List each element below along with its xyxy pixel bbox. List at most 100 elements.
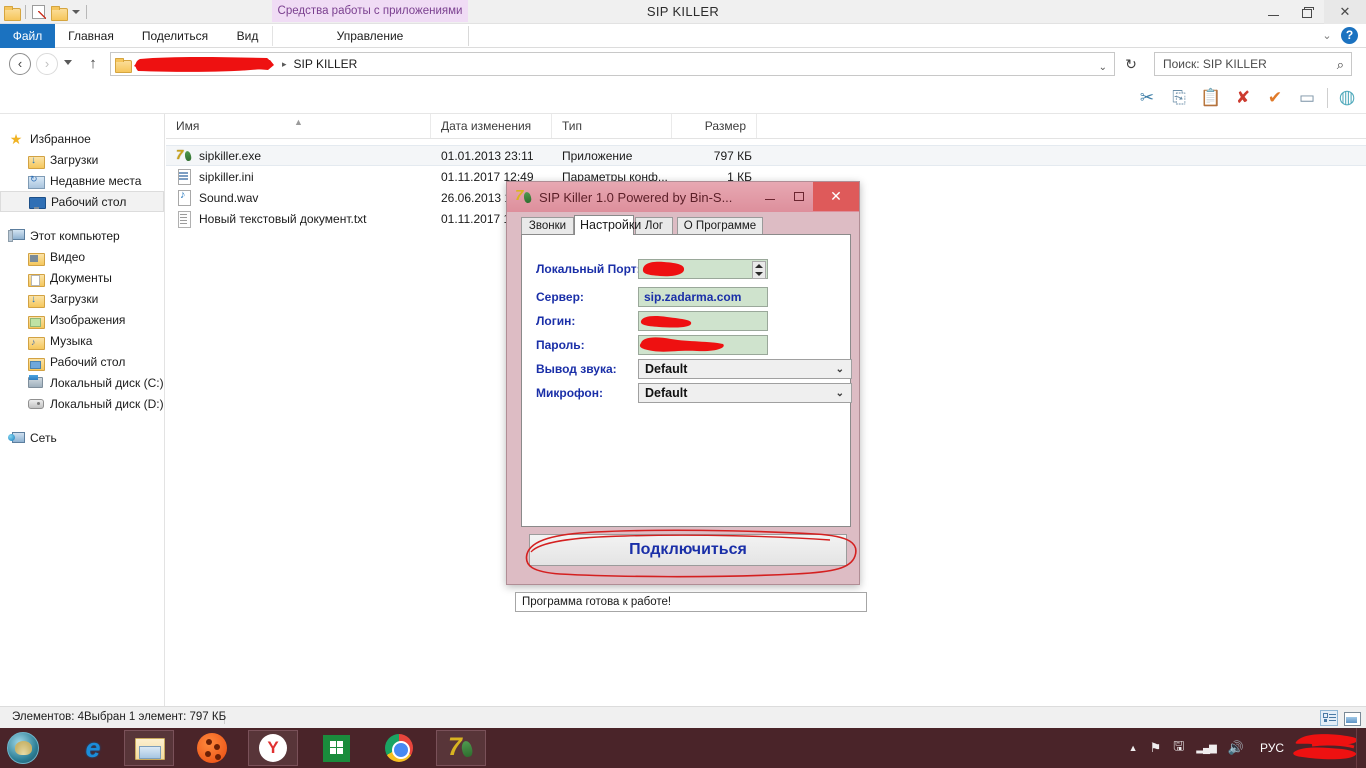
qat-customize-chevron-icon[interactable] xyxy=(72,10,80,14)
taskbar-media-player[interactable] xyxy=(187,730,237,766)
sidebar-label: Документы xyxy=(50,270,112,285)
tray-clock-redacted[interactable] xyxy=(1292,733,1362,763)
chevron-down-icon[interactable]: ⌄ xyxy=(1320,29,1334,43)
taskbar-google-chrome[interactable] xyxy=(374,730,424,766)
close-button[interactable]: ✕ xyxy=(1324,0,1366,24)
tab-file[interactable]: Файл xyxy=(0,24,55,48)
sidebar-item-videos[interactable]: Видео xyxy=(0,246,164,267)
contextual-ribbon-title: Средства работы с приложениями xyxy=(272,0,468,22)
up-button[interactable]: ↑ xyxy=(84,55,102,73)
start-button[interactable] xyxy=(4,730,42,766)
local-port-spinner[interactable] xyxy=(752,261,766,279)
file-name-cell[interactable]: sipkiller.ini xyxy=(176,168,254,185)
desktop-monitor-icon xyxy=(29,196,46,209)
tray-action-center-icon[interactable]: ⚑ xyxy=(1150,740,1162,756)
recent-locations-chevron-icon[interactable] xyxy=(64,60,72,65)
explorer-status-bar: Элементов: 4 Выбран 1 элемент: 797 КБ xyxy=(0,706,1366,728)
tray-volume-icon[interactable]: 🔊 xyxy=(1228,740,1244,756)
chevron-down-icon[interactable]: ⌄ xyxy=(836,364,844,375)
tray-language-indicator[interactable]: РУС xyxy=(1260,741,1284,755)
rename-icon[interactable]: ▭ xyxy=(1294,85,1320,111)
sidebar-item-documents[interactable]: Документы xyxy=(0,267,164,288)
large-icons-view-icon[interactable] xyxy=(1343,710,1361,726)
sidebar-item-pictures[interactable]: Изображения xyxy=(0,309,164,330)
taskbar-sip-killer[interactable] xyxy=(436,730,486,766)
tab-share[interactable]: Поделиться xyxy=(127,24,223,48)
tab-manage[interactable]: Управление xyxy=(272,24,468,48)
tray-network-icon[interactable]: ▂▄▆ xyxy=(1196,743,1216,754)
sip-dialog-titlebar[interactable]: SIP Killer 1.0 Powered by Bin-S... ✕ xyxy=(507,182,859,212)
column-header-type[interactable]: Тип xyxy=(552,114,672,138)
sidebar-group-network[interactable]: Сеть xyxy=(0,427,164,448)
sidebar-item-drive-d[interactable]: Локальный диск (D:) xyxy=(0,393,164,414)
column-header-size[interactable]: Размер xyxy=(672,114,757,138)
file-name-text: Новый текстовый документ.txt xyxy=(199,211,367,226)
table-row[interactable]: sipkiller.exe 01.01.2013 23:11 Приложени… xyxy=(166,145,1366,166)
taskbar: e ▲ ⚑ 🖫 ▂▄▆ 🔊 РУС xyxy=(0,728,1366,768)
forward-button[interactable]: › xyxy=(36,53,58,75)
taskbar-file-explorer[interactable] xyxy=(124,730,174,766)
confirm-icon[interactable]: ✔ xyxy=(1262,85,1288,111)
restore-button[interactable] xyxy=(1290,0,1324,24)
sidebar-label: Загрузки xyxy=(50,152,99,167)
microphone-select[interactable]: Default ⌄ xyxy=(638,383,852,403)
minimize-button[interactable] xyxy=(1256,0,1290,24)
taskbar-windows-store[interactable] xyxy=(311,730,361,766)
local-port-input[interactable] xyxy=(638,259,768,279)
audio-output-select[interactable]: Default ⌄ xyxy=(638,359,852,379)
details-view-icon[interactable] xyxy=(1320,710,1338,726)
connect-button[interactable]: Подключиться xyxy=(529,534,847,566)
shell-icon[interactable]: ◍ xyxy=(1334,85,1360,111)
tab-view[interactable]: Вид xyxy=(223,24,272,48)
taskbar-internet-explorer[interactable]: e xyxy=(68,730,118,766)
qat-new-folder-icon[interactable] xyxy=(51,5,68,21)
sipkiller-app-icon xyxy=(446,732,476,763)
qat-properties-icon[interactable] xyxy=(32,5,46,19)
breadcrumb-dropdown-icon[interactable]: ⌄ xyxy=(1099,62,1107,73)
sip-minimize-button[interactable] xyxy=(755,182,784,211)
server-input[interactable]: sip.zadarma.com xyxy=(638,287,768,307)
file-name-cell[interactable]: sipkiller.exe xyxy=(176,147,261,164)
sidebar-item-downloads-fav[interactable]: Загрузки xyxy=(0,149,164,170)
breadcrumb[interactable]: ▸ SIP KILLER ⌄ xyxy=(110,52,1115,76)
sidebar-item-desktop-fav[interactable]: Рабочий стол xyxy=(0,191,164,212)
back-button[interactable]: ‹ xyxy=(9,53,31,75)
help-icon[interactable]: ? xyxy=(1341,27,1358,44)
sip-close-button[interactable]: ✕ xyxy=(813,182,859,211)
sidebar-group-favorites[interactable]: ★ Избранное xyxy=(0,128,164,149)
internet-explorer-icon: e xyxy=(85,733,101,763)
sip-maximize-button[interactable] xyxy=(784,182,813,211)
tab-about[interactable]: О Программе xyxy=(677,217,763,235)
sidebar-item-desktop[interactable]: Рабочий стол xyxy=(0,351,164,372)
navigation-pane: ★ Избранное Загрузки Недавние места Рабо… xyxy=(0,114,165,706)
folder-documents-icon xyxy=(28,272,45,287)
cut-icon[interactable]: ✂ xyxy=(1134,85,1160,111)
qat-folder-icon[interactable] xyxy=(4,5,21,21)
sidebar-item-music[interactable]: Музыка xyxy=(0,330,164,351)
sidebar-item-recent-places[interactable]: Недавние места xyxy=(0,170,164,191)
file-name-cell[interactable]: Новый текстовый документ.txt xyxy=(176,210,367,228)
chevron-down-icon[interactable]: ⌄ xyxy=(836,388,844,399)
password-input[interactable] xyxy=(638,335,768,355)
search-icon[interactable]: ⌕ xyxy=(1337,57,1344,73)
copy-icon[interactable]: ⎘ xyxy=(1166,85,1192,111)
txt-file-icon xyxy=(176,210,192,228)
delete-icon[interactable]: ✘ xyxy=(1230,85,1256,111)
paste-icon[interactable]: 📋 xyxy=(1198,85,1224,111)
taskbar-yandex-browser[interactable] xyxy=(248,730,298,766)
sidebar-item-downloads[interactable]: Загрузки xyxy=(0,288,164,309)
file-name-cell[interactable]: Sound.wav xyxy=(176,189,258,206)
breadcrumb-current-folder[interactable]: SIP KILLER xyxy=(292,57,360,71)
sidebar-item-drive-c[interactable]: Локальный диск (C:) xyxy=(0,372,164,393)
sidebar-group-this-pc[interactable]: Этот компьютер xyxy=(0,225,164,246)
tab-home[interactable]: Главная xyxy=(55,24,127,48)
tray-device-icon[interactable]: 🖫 xyxy=(1173,737,1184,759)
show-desktop-button[interactable] xyxy=(1356,728,1362,768)
tab-calls[interactable]: Звонки xyxy=(521,217,574,235)
column-header-date[interactable]: Дата изменения xyxy=(431,114,552,138)
refresh-button[interactable]: ↻ xyxy=(1118,52,1144,76)
tab-settings[interactable]: Настройки xyxy=(574,215,641,235)
search-input[interactable]: Поиск: SIP KILLER ⌕ xyxy=(1154,52,1352,76)
tray-expand-icon[interactable]: ▲ xyxy=(1129,743,1138,753)
login-input[interactable] xyxy=(638,311,768,331)
